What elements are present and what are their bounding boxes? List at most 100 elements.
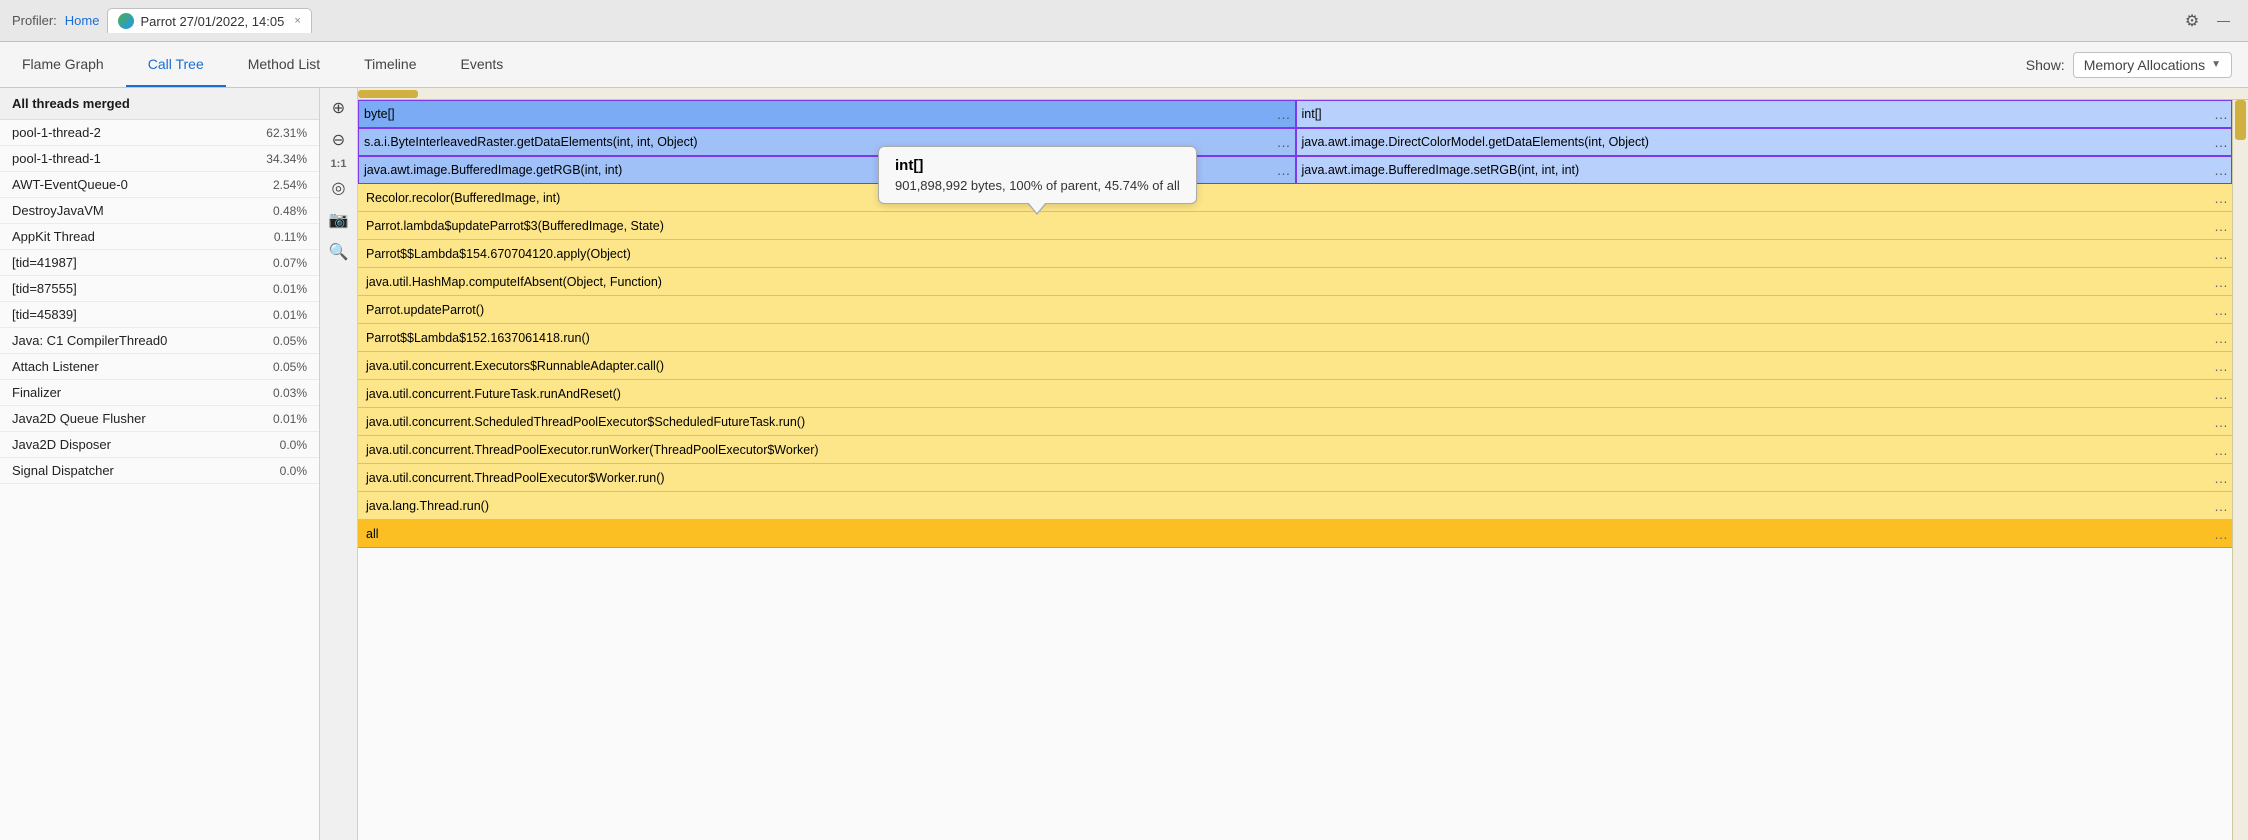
flame-cell-full[interactable]: Parrot$$Lambda$154.670704120.apply(Objec… — [358, 240, 2232, 268]
flame-row: java.util.concurrent.ScheduledThreadPool… — [358, 408, 2232, 436]
sidebar-header[interactable]: All threads merged — [0, 88, 319, 120]
fit-button[interactable]: ◎ — [325, 174, 353, 202]
flame-row: java.lang.Thread.run()… — [358, 492, 2232, 520]
tab-method-list[interactable]: Method List — [226, 42, 342, 87]
flame-row: all… — [358, 520, 2232, 548]
sidebar-item[interactable]: AppKit Thread0.11% — [0, 224, 319, 250]
thread-pct: 0.11% — [274, 230, 307, 244]
show-dropdown-value: Memory Allocations — [2084, 57, 2205, 73]
sidebar-item[interactable]: [tid=45839]0.01% — [0, 302, 319, 328]
flame-cell-full[interactable]: java.util.concurrent.ThreadPoolExecutor.… — [358, 436, 2232, 464]
flame-cell-more-icon[interactable]: … — [2214, 442, 2228, 458]
sidebar-item[interactable]: Java2D Queue Flusher0.01% — [0, 406, 319, 432]
flame-cell-right[interactable]: java.awt.image.DirectColorModel.getDataE… — [1296, 128, 2233, 156]
thread-pct: 0.03% — [273, 386, 307, 400]
flame-cell-full[interactable]: all… — [358, 520, 2232, 548]
flame-cell-more-icon[interactable]: … — [2214, 274, 2228, 290]
flame-row: s.a.i.ByteInterleavedRaster.getDataEleme… — [358, 128, 2232, 156]
title-bar: Profiler: Home Parrot 27/01/2022, 14:05 … — [0, 0, 2248, 42]
flame-cell-more-icon[interactable]: … — [2214, 470, 2228, 486]
settings-button[interactable]: ⚙ — [2181, 10, 2203, 32]
thread-name: Signal Dispatcher — [12, 463, 114, 478]
flame-cell-full[interactable]: java.util.concurrent.Executors$RunnableA… — [358, 352, 2232, 380]
flame-area: int[] 901,898,992 bytes, 100% of parent,… — [358, 88, 2248, 840]
flame-cell-left[interactable]: byte[]… — [358, 100, 1296, 128]
tab-call-tree[interactable]: Call Tree — [126, 42, 226, 87]
show-dropdown[interactable]: Memory Allocations ▼ — [2073, 52, 2232, 78]
flame-cell-more-icon[interactable]: … — [2214, 190, 2228, 206]
sidebar-item[interactable]: Attach Listener0.05% — [0, 354, 319, 380]
camera-button[interactable]: 📷 — [325, 206, 353, 234]
flame-cell-more-icon[interactable]: … — [2214, 386, 2228, 402]
flame-cell-full[interactable]: Recolor.recolor(BufferedImage, int)… — [358, 184, 2232, 212]
thread-pct: 62.31% — [266, 126, 307, 140]
sidebar-item[interactable]: Java: C1 CompilerThread0 0.05% — [0, 328, 319, 354]
flame-cell-more-icon[interactable]: … — [2214, 330, 2228, 346]
flame-cell-more-icon[interactable]: … — [2214, 498, 2228, 514]
flame-cell-left[interactable]: s.a.i.ByteInterleavedRaster.getDataEleme… — [358, 128, 1296, 156]
sidebar-item[interactable]: Signal Dispatcher0.0% — [0, 458, 319, 484]
flame-cell-more-icon[interactable]: … — [1277, 106, 1291, 122]
zoom-out-button[interactable]: ⊖ — [325, 126, 353, 154]
thread-name: pool-1-thread-2 — [12, 125, 101, 140]
top-scrollbar[interactable] — [358, 88, 2248, 100]
sidebar-item[interactable]: [tid=87555]0.01% — [0, 276, 319, 302]
sidebar-item[interactable]: pool-1-thread-134.34% — [0, 146, 319, 172]
flame-cell-right[interactable]: int[]… — [1296, 100, 2233, 128]
flame-cell-more-icon[interactable]: … — [2214, 162, 2228, 178]
right-scrollbar[interactable] — [2232, 100, 2248, 840]
flame-cell-full[interactable]: java.util.HashMap.computeIfAbsent(Object… — [358, 268, 2232, 296]
sidebar-item[interactable]: DestroyJavaVM 0.48% — [0, 198, 319, 224]
flame-rows-container: byte[]…int[]…s.a.i.ByteInterleavedRaster… — [358, 100, 2232, 840]
flame-cell-full[interactable]: Parrot.lambda$updateParrot$3(BufferedIma… — [358, 212, 2232, 240]
show-label-text: Show: — [2026, 57, 2065, 73]
thread-name: Java: C1 CompilerThread0 — [12, 333, 167, 348]
sidebar-item[interactable]: pool-1-thread-2 62.31% — [0, 120, 319, 146]
thread-pct: 0.01% — [273, 308, 307, 322]
flame-cell-more-icon[interactable]: … — [1277, 162, 1291, 178]
session-tab-icon — [118, 13, 134, 29]
flame-cell-full[interactable]: java.util.concurrent.FutureTask.runAndRe… — [358, 380, 2232, 408]
flame-cell-more-icon[interactable]: … — [2214, 358, 2228, 374]
thread-pct: 0.05% — [273, 360, 307, 374]
flame-cell-right[interactable]: java.awt.image.BufferedImage.setRGB(int,… — [1296, 156, 2233, 184]
flame-cell-more-icon[interactable]: … — [2214, 526, 2228, 542]
thread-name: [tid=87555] — [12, 281, 77, 296]
flame-cell-more-icon[interactable]: … — [2214, 218, 2228, 234]
sidebar-item[interactable]: [tid=41987]0.07% — [0, 250, 319, 276]
zoom-in-button[interactable]: ⊕ — [325, 94, 353, 122]
flame-row: java.util.concurrent.ThreadPoolExecutor.… — [358, 436, 2232, 464]
flame-cell-more-icon[interactable]: … — [2214, 246, 2228, 262]
tab-flame-graph[interactable]: Flame Graph — [0, 42, 126, 87]
sidebar-item[interactable]: Java2D Disposer0.0% — [0, 432, 319, 458]
flame-cell-more-icon[interactable]: … — [2214, 414, 2228, 430]
sidebar-item[interactable]: Finalizer0.03% — [0, 380, 319, 406]
minimize-button[interactable]: — — [2211, 11, 2236, 30]
sidebar-item[interactable]: AWT-EventQueue-02.54% — [0, 172, 319, 198]
thread-pct: 0.01% — [273, 412, 307, 426]
thread-name: DestroyJavaVM — [12, 203, 104, 218]
search-button[interactable]: 🔍 — [325, 238, 353, 266]
flame-row: java.util.concurrent.FutureTask.runAndRe… — [358, 380, 2232, 408]
session-tab[interactable]: Parrot 27/01/2022, 14:05 × — [107, 8, 311, 33]
thread-pct: 0.48% — [273, 204, 307, 218]
flame-row: java.util.concurrent.Executors$RunnableA… — [358, 352, 2232, 380]
tab-timeline[interactable]: Timeline — [342, 42, 438, 87]
home-label[interactable]: Home — [65, 13, 100, 28]
flame-row: Parrot$$Lambda$154.670704120.apply(Objec… — [358, 240, 2232, 268]
zoom-reset-label[interactable]: 1:1 — [331, 158, 347, 170]
flame-cell-full[interactable]: java.lang.Thread.run()… — [358, 492, 2232, 520]
thread-pct: 0.05% — [273, 334, 307, 348]
flame-cell-more-icon[interactable]: … — [2214, 302, 2228, 318]
session-tab-close[interactable]: × — [294, 15, 300, 27]
flame-cell-left[interactable]: java.awt.image.BufferedImage.getRGB(int,… — [358, 156, 1296, 184]
flame-cell-full[interactable]: Parrot$$Lambda$152.1637061418.run()… — [358, 324, 2232, 352]
flame-cell-more-icon[interactable]: … — [1277, 134, 1291, 150]
flame-cell-full[interactable]: java.util.concurrent.ThreadPoolExecutor$… — [358, 464, 2232, 492]
top-scrollbar-thumb — [358, 90, 418, 98]
flame-cell-full[interactable]: Parrot.updateParrot()… — [358, 296, 2232, 324]
flame-cell-more-icon[interactable]: … — [2214, 106, 2228, 122]
flame-cell-more-icon[interactable]: … — [2214, 134, 2228, 150]
flame-cell-full[interactable]: java.util.concurrent.ScheduledThreadPool… — [358, 408, 2232, 436]
tab-events[interactable]: Events — [439, 42, 526, 87]
